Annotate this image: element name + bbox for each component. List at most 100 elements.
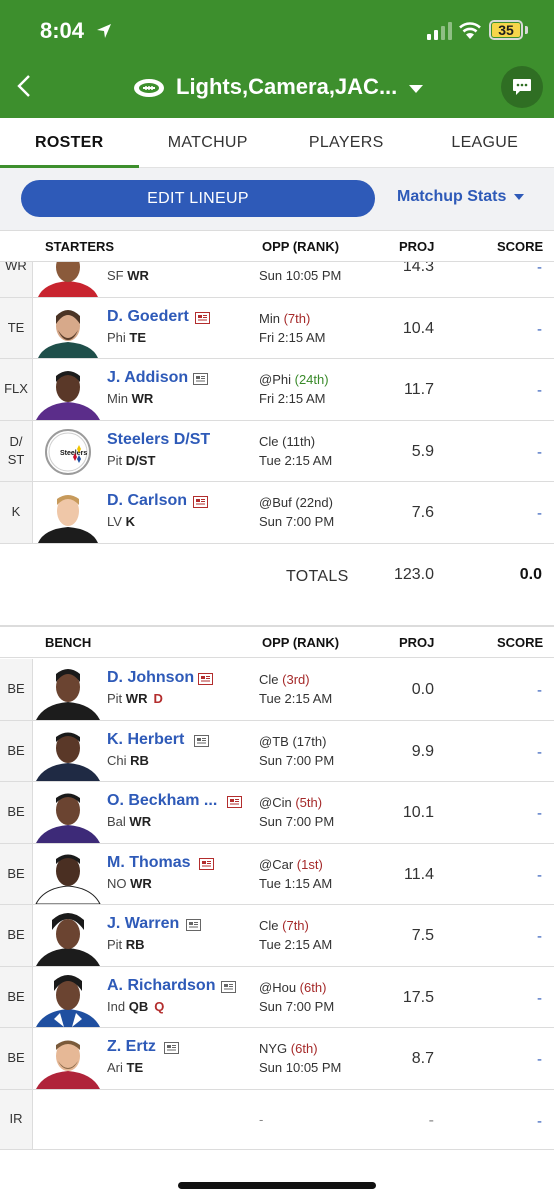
projection: 0.0 — [411, 681, 434, 698]
bench-row[interactable]: BE J. Warren Pit RB Cle (7th) Tue 2:15 A… — [0, 905, 554, 967]
game-time: Sun 7:00 PM — [259, 514, 335, 529]
projection: - — [428, 1111, 434, 1129]
news-icon[interactable] — [198, 673, 213, 685]
bench-row[interactable]: BE K. Herbert Chi RB @TB (17th) Sun 7:00… — [0, 720, 554, 782]
player-headshot-avatar — [38, 494, 98, 543]
score-value[interactable]: - — [537, 444, 542, 461]
app-header: 8:04 35 Lights,Camera,JAC... — [0, 0, 554, 118]
player-name-link[interactable]: A. Richardson — [107, 977, 215, 995]
score-value[interactable]: - — [537, 867, 542, 884]
projection: 14.3 — [402, 262, 434, 275]
bench-row[interactable]: BE O. Beckham ... Bal WR @Cin (5th) Sun … — [0, 782, 554, 844]
matchup-stats-dropdown[interactable]: Matchup Stats — [397, 188, 525, 206]
projection: 11.4 — [404, 865, 434, 883]
projection: 17.5 — [402, 988, 434, 1006]
edit-lineup-button[interactable]: EDIT LINEUP — [21, 180, 375, 217]
score-value[interactable]: - — [537, 1051, 542, 1068]
tab-roster[interactable]: ROSTER — [0, 118, 139, 169]
player-meta: Ari TE — [107, 1060, 144, 1075]
news-icon[interactable] — [164, 1042, 179, 1054]
player-name-link[interactable]: J. Addison — [107, 369, 188, 387]
player-name-link[interactable]: D. Goedert — [107, 308, 189, 326]
news-icon[interactable] — [193, 373, 208, 385]
score-value[interactable]: - — [537, 744, 542, 761]
slot-label: BE — [0, 659, 33, 720]
status-time: 8:04 — [40, 18, 85, 43]
opponent: @Buf (22nd) — [259, 495, 333, 510]
home-indicator — [178, 1182, 376, 1189]
bench-row[interactable]: BE M. Thomas NO WR @Car (1st) Tue 1:15 A… — [0, 843, 554, 905]
score-value[interactable]: - — [537, 505, 542, 522]
opponent: Cle (7th) — [259, 918, 309, 933]
player-headshot-avatar — [36, 732, 100, 781]
projection: 9.9 — [411, 742, 434, 760]
game-time: Sun 10:05 PM — [259, 268, 342, 283]
ir-row[interactable]: IR - - - — [0, 1089, 554, 1150]
opponent: @TB (17th) — [259, 733, 327, 749]
bench-table-header: BENCH OPP (RANK) PROJ SCORE — [0, 626, 554, 658]
player-name-link[interactable]: Z. Ertz — [107, 1038, 156, 1056]
opponent: Cle (11th) — [259, 433, 316, 449]
slot-label: BE — [0, 905, 33, 966]
matchup-stats-label: Matchup Stats — [397, 188, 507, 205]
news-icon[interactable] — [221, 980, 236, 993]
player-name-link[interactable]: D. Johnson — [107, 669, 194, 687]
player-name-link[interactable]: D. Carlson — [107, 492, 187, 510]
bench-row[interactable]: BE Z. Ertz Ari TE NYG (6th) Sun 10:05 PM… — [0, 1028, 554, 1090]
player-name-link[interactable]: K. Herbert — [107, 731, 184, 749]
news-icon[interactable] — [186, 919, 201, 931]
player-name-link[interactable]: M. Thomas — [107, 854, 191, 872]
team-dropdown-caret-icon[interactable] — [408, 84, 424, 94]
game-time: Sun 7:00 PM — [259, 998, 335, 1014]
score-value[interactable]: - — [537, 682, 542, 699]
projection: 10.4 — [402, 319, 434, 337]
score-value[interactable]: - — [537, 990, 542, 1007]
score-value[interactable]: - — [537, 928, 542, 945]
projection: 8.7 — [411, 1050, 434, 1067]
starter-row[interactable]: D/ ST Steelers Steelers D/ST Pit D/ST Cl… — [0, 420, 554, 482]
news-icon[interactable] — [199, 857, 214, 870]
starter-row[interactable]: FLX J. Addison Min WR @Phi (24th) Fri 2:… — [0, 359, 554, 421]
score-value[interactable]: - — [537, 382, 542, 399]
opp-rank-header: OPP (RANK) — [262, 635, 340, 650]
team-name[interactable]: Lights,Camera,JAC... — [176, 74, 397, 100]
game-time: Sun 10:05 PM — [259, 1060, 342, 1075]
chat-button[interactable] — [501, 66, 543, 108]
opponent: @Cin (5th) — [259, 795, 323, 810]
news-icon[interactable] — [195, 311, 210, 324]
bench-row[interactable]: BE A. Richardson Ind QB Q @Hou (6th) Sun … — [0, 966, 554, 1028]
tab-players[interactable]: PLAYERS — [277, 118, 416, 168]
back-chevron-icon[interactable] — [14, 73, 34, 99]
score-value[interactable]: - — [537, 262, 542, 276]
score-value[interactable]: - — [537, 805, 542, 822]
player-meta: Pit WR D — [107, 691, 163, 706]
news-icon[interactable] — [227, 796, 242, 808]
starter-row[interactable]: TE D. Goedert Phi TE Min (7th) Fri 2:15 … — [0, 297, 554, 359]
opponent: - — [259, 1111, 264, 1127]
projection: 5.9 — [411, 442, 434, 460]
starters-list: WR SF WR Sun 10:05 PM 14.3 - TE D. Goede… — [0, 262, 554, 544]
starter-row[interactable]: WR SF WR Sun 10:05 PM 14.3 - — [0, 262, 554, 298]
starter-row[interactable]: K D. Carlson LV K @Buf (22nd) Sun 7:00 P… — [0, 482, 554, 544]
news-icon[interactable] — [193, 496, 208, 508]
player-headshot-avatar — [36, 793, 100, 843]
tab-matchup[interactable]: MATCHUP — [139, 118, 278, 168]
score-value[interactable]: - — [537, 1113, 542, 1130]
player-name-link[interactable]: O. Beckham ... — [107, 792, 217, 810]
bench-label: BENCH — [45, 635, 92, 650]
opp-rank-header: OPP (RANK) — [262, 239, 340, 254]
bench-row[interactable]: BE D. Johnson Pit WR D Cle (3rd) Tue 2:15… — [0, 659, 554, 721]
proj-header: PROJ — [399, 635, 435, 650]
player-name-link[interactable]: Steelers D/ST — [107, 431, 210, 449]
opponent: Cle (3rd) — [259, 672, 310, 687]
score-value[interactable]: - — [537, 321, 542, 338]
action-bar: EDIT LINEUP Matchup Stats — [0, 168, 554, 230]
player-meta: Ind QB Q — [107, 998, 165, 1014]
news-icon[interactable] — [194, 734, 209, 747]
steelers-logo-icon: Steelers — [45, 429, 91, 475]
football-icon — [134, 79, 164, 97]
game-time: Tue 2:15 AM — [259, 452, 333, 468]
tab-league[interactable]: LEAGUE — [416, 118, 554, 168]
player-name-link[interactable]: J. Warren — [107, 915, 179, 933]
player-headshot-avatar — [36, 370, 100, 420]
